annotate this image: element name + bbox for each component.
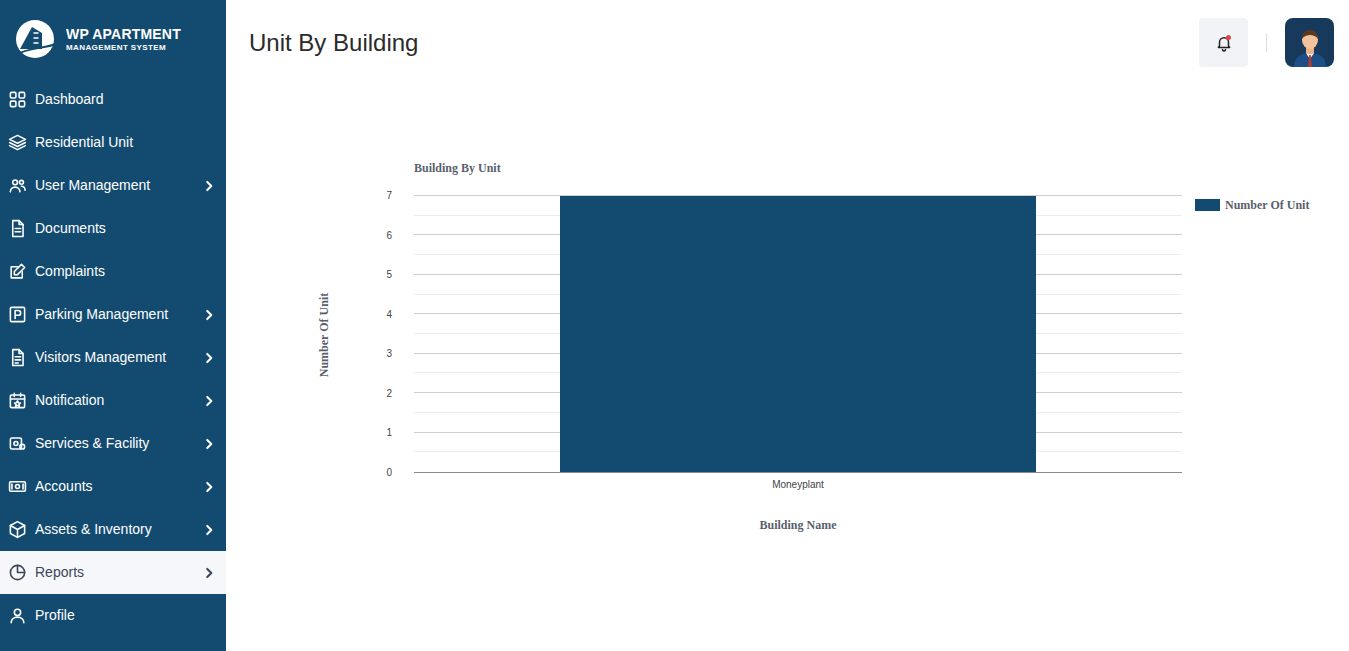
money-icon bbox=[8, 477, 27, 496]
sidebar-item[interactable]: Services & Facility bbox=[0, 422, 226, 465]
y-tick: 5 bbox=[386, 269, 392, 281]
y-tick: 6 bbox=[386, 230, 392, 242]
sidebar-label: Parking Management bbox=[35, 304, 194, 325]
building-logo-icon bbox=[10, 19, 60, 59]
bar-chart: Building By Unit Number Of Unit 0 1 2 3 4 5 6 7 Mo… bbox=[314, 161, 1349, 532]
chevron-right-icon bbox=[202, 480, 216, 494]
sidebar-label: Visitors Management bbox=[35, 347, 194, 368]
y-tick: 4 bbox=[386, 309, 392, 321]
cube-icon bbox=[8, 520, 27, 539]
sidebar-item[interactable]: Documents bbox=[0, 207, 226, 250]
document-icon bbox=[8, 219, 27, 238]
sidebar-label: Assets & Inventory bbox=[35, 519, 194, 540]
sidebar-item[interactable]: Profile bbox=[0, 594, 226, 637]
notification-button[interactable] bbox=[1199, 18, 1248, 67]
parking-icon bbox=[8, 305, 27, 324]
sidebar-item[interactable]: Residential Unit bbox=[0, 121, 226, 164]
logo[interactable]: WP APARTMENT MANAGEMENT SYSTEM bbox=[0, 0, 226, 78]
unread-dot bbox=[1226, 35, 1231, 40]
legend: Number Of Unit bbox=[1195, 196, 1309, 214]
divider bbox=[1266, 34, 1267, 52]
layers-icon bbox=[8, 133, 27, 152]
sidebar-item[interactable]: Parking Management bbox=[0, 293, 226, 336]
page-title: Unit By Building bbox=[249, 18, 1199, 67]
sidebar-label: Complaints bbox=[35, 261, 194, 282]
legend-label: Number Of Unit bbox=[1225, 196, 1309, 214]
sidebar-label: Notification bbox=[35, 390, 194, 411]
sidebar-label: Services & Facility bbox=[35, 433, 194, 454]
dashboard-icon bbox=[8, 90, 27, 109]
visitor-icon bbox=[8, 348, 27, 367]
users-icon bbox=[8, 176, 27, 195]
x-axis-label: Building Name bbox=[759, 518, 836, 532]
x-axis: Moneyplant bbox=[414, 479, 1182, 491]
chevron-right-icon bbox=[202, 566, 216, 580]
person-icon bbox=[1290, 25, 1330, 67]
sidebar-item[interactable]: Reports bbox=[0, 551, 226, 594]
sidebar-item[interactable]: Visitors Management bbox=[0, 336, 226, 379]
plot-area bbox=[414, 196, 1182, 473]
sidebar-label: Documents bbox=[35, 218, 194, 239]
sidebar-label: Residential Unit bbox=[35, 132, 194, 153]
edit-icon bbox=[8, 262, 27, 281]
y-tick: 3 bbox=[386, 348, 392, 360]
sidebar-item[interactable]: Dashboard bbox=[0, 78, 226, 121]
y-tick: 2 bbox=[386, 388, 392, 400]
chevron-right-icon bbox=[202, 179, 216, 193]
x-tick: Moneyplant bbox=[772, 479, 824, 491]
y-axis-label: Number Of Unit bbox=[315, 292, 333, 376]
sidebar-label: Accounts bbox=[35, 476, 194, 497]
user-icon bbox=[8, 606, 27, 625]
y-tick: 1 bbox=[386, 427, 392, 439]
logo-subtitle: MANAGEMENT SYSTEM bbox=[66, 44, 181, 52]
sidebar-label: Profile bbox=[35, 605, 194, 626]
main-content: Unit By Building Building By Unit Number O… bbox=[226, 0, 1349, 651]
sidebar-item[interactable]: Notification bbox=[0, 379, 226, 422]
chevron-right-icon bbox=[202, 437, 216, 451]
y-axis: 01234567 bbox=[334, 196, 403, 473]
legend-item[interactable]: Number Of Unit bbox=[1195, 196, 1309, 214]
chevron-right-icon bbox=[202, 523, 216, 537]
sidebar-label: User Management bbox=[35, 175, 194, 196]
sidebar-item[interactable]: Accounts bbox=[0, 465, 226, 508]
chevron-right-icon bbox=[202, 308, 216, 322]
chevron-right-icon bbox=[202, 394, 216, 408]
logo-title: WP APARTMENT bbox=[66, 27, 181, 41]
sidebar: WP APARTMENT MANAGEMENT SYSTEM Dashboard Re… bbox=[0, 0, 226, 651]
legend-swatch bbox=[1195, 199, 1220, 211]
sidebar-menu: Dashboard Residential Unit User Management… bbox=[0, 78, 226, 637]
page-header: Unit By Building bbox=[226, 0, 1349, 67]
y-tick: 0 bbox=[386, 467, 392, 479]
calendar-icon bbox=[8, 391, 27, 410]
sidebar-item[interactable]: Assets & Inventory bbox=[0, 508, 226, 551]
user-avatar[interactable] bbox=[1285, 18, 1334, 67]
services-icon bbox=[8, 434, 27, 453]
chart-title: Building By Unit bbox=[414, 161, 501, 175]
bar[interactable] bbox=[560, 196, 1036, 472]
chevron-right-icon bbox=[202, 351, 216, 365]
sidebar-item[interactable]: Complaints bbox=[0, 250, 226, 293]
pie-chart-icon bbox=[8, 563, 27, 582]
sidebar-item[interactable]: User Management bbox=[0, 164, 226, 207]
sidebar-label: Dashboard bbox=[35, 89, 194, 110]
sidebar-label: Reports bbox=[35, 562, 194, 583]
y-tick: 7 bbox=[386, 190, 392, 202]
